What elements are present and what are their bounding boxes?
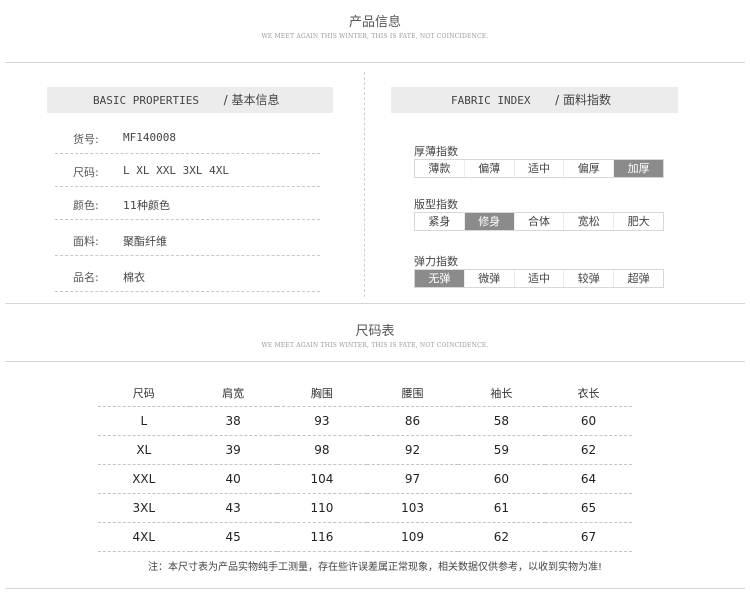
table-cell: 3XL [98,493,190,523]
table-cell: 92 [367,435,458,465]
table-cell: 116 [276,522,368,552]
scale-option: 适中 [515,160,565,177]
scale-option: 偏薄 [465,160,515,177]
column-header: 袖长 [457,380,545,407]
column-header: 腰围 [367,380,458,407]
elasticity-label: 弹力指数 [414,255,458,268]
scale-option: 微弹 [465,270,515,287]
scale-option: 薄款 [415,160,465,177]
elasticity-scale: 无弹 微弹 适中 较弹 超弹 [414,269,664,288]
table-cell: 93 [276,406,368,436]
table-header-row: 尺码 肩宽 胸围 腰围 袖长 衣长 [98,380,632,407]
table-cell: 97 [367,464,458,494]
scale-option: 适中 [515,270,565,287]
property-row: 尺码: L XL XXL 3XL 4XL [55,153,320,187]
property-row: 货号: MF140008 [55,120,320,154]
property-label: 颜色: [73,199,99,212]
table-cell: 98 [276,435,368,465]
scale-option: 偏厚 [564,160,615,177]
table-cell: 65 [544,493,632,523]
table-cell: 103 [367,493,458,523]
fabric-header-cn: / 面料指数 [555,93,611,107]
table-cell: 59 [457,435,545,465]
table-cell: XXL [98,464,190,494]
scale-option: 合体 [515,213,565,230]
basic-header-en: BASIC PROPERTIES [93,94,199,107]
section-divider [5,588,745,589]
property-row: 品名: 棉衣 [55,258,320,292]
column-header: 胸围 [276,380,368,407]
property-row: 颜色: 11种颜色 [55,186,320,220]
table-cell: XL [98,435,190,465]
scale-option: 较弹 [564,270,615,287]
table-cell: 60 [457,464,545,494]
section-divider [5,361,745,362]
product-info-subtitle: WE MEET AGAIN THIS WINTER, THIS IS FATE,… [261,33,489,40]
property-value: 11种颜色 [123,199,170,212]
table-cell: 58 [457,406,545,436]
table-cell: 104 [276,464,368,494]
size-table: 尺码 肩宽 胸围 腰围 袖长 衣长 L 38 93 86 58 60 XL 39… [98,380,632,552]
property-value: 聚酯纤维 [123,235,167,248]
table-cell: 62 [457,522,545,552]
scale-option-selected: 加厚 [614,160,663,177]
scale-option-selected: 修身 [464,213,515,230]
table-cell: 64 [544,464,632,494]
table-cell: 109 [367,522,458,552]
table-row: 4XL 45 116 109 62 67 [98,522,632,552]
table-cell: 60 [544,406,632,436]
table-cell: 40 [189,464,277,494]
property-label: 品名: [73,271,99,284]
product-info-title: 产品信息 [348,15,401,30]
column-header: 衣长 [544,380,632,407]
scale-option-selected: 无弹 [415,270,465,287]
scale-option: 紧身 [415,213,465,230]
scale-option: 肥大 [627,215,650,228]
table-cell: 43 [189,493,277,523]
fabric-index-header: FABRIC INDEX / 面料指数 [391,87,678,113]
table-cell: 62 [544,435,632,465]
table-row: XL 39 98 92 59 62 [98,435,632,465]
table-cell: L [98,406,190,436]
table-cell: 61 [457,493,545,523]
fit-scale: 紧身 修身 合体 宽松 肥大 [414,212,664,231]
size-chart-title: 尺码表 [355,324,395,339]
table-row: 3XL 43 110 103 61 65 [98,493,632,523]
property-label: 货号: [73,133,99,146]
column-header: 尺码 [98,380,190,407]
property-value: L XL XXL 3XL 4XL [123,164,229,177]
size-note: 注：本尺寸表为产品实物纯手工测量，存在些许误差属正常现象，相关数据仅供参考，以收… [147,562,602,573]
table-cell: 45 [189,522,277,552]
table-cell: 110 [276,493,368,523]
section-divider [5,303,745,304]
fit-label: 版型指数 [414,198,458,211]
property-value: MF140008 [123,131,176,144]
basic-properties-header: BASIC PROPERTIES / 基本信息 [47,87,333,113]
panel-separator [364,72,365,297]
thickness-label: 厚薄指数 [414,145,458,158]
table-cell: 38 [189,406,277,436]
section-divider [5,62,745,63]
fabric-header-en: FABRIC INDEX [451,94,531,107]
table-cell: 67 [544,522,632,552]
property-label: 面料: [73,235,99,248]
table-cell: 86 [367,406,458,436]
size-chart-subtitle: WE MEET AGAIN THIS WINTER, THIS IS FATE,… [261,342,489,349]
table-row: XXL 40 104 97 60 64 [98,464,632,494]
table-cell: 4XL [98,522,190,552]
property-row: 面料: 聚酯纤维 [55,222,320,256]
thickness-scale: 薄款 偏薄 适中 偏厚 加厚 [414,159,664,178]
scale-option: 超弹 [627,272,650,285]
column-header: 肩宽 [189,380,277,407]
basic-header-cn: / 基本信息 [223,93,280,107]
scale-option: 宽松 [564,213,615,230]
property-label: 尺码: [73,166,99,179]
table-row: L 38 93 86 58 60 [98,406,632,436]
property-value: 棉衣 [123,271,145,284]
table-cell: 39 [189,435,277,465]
